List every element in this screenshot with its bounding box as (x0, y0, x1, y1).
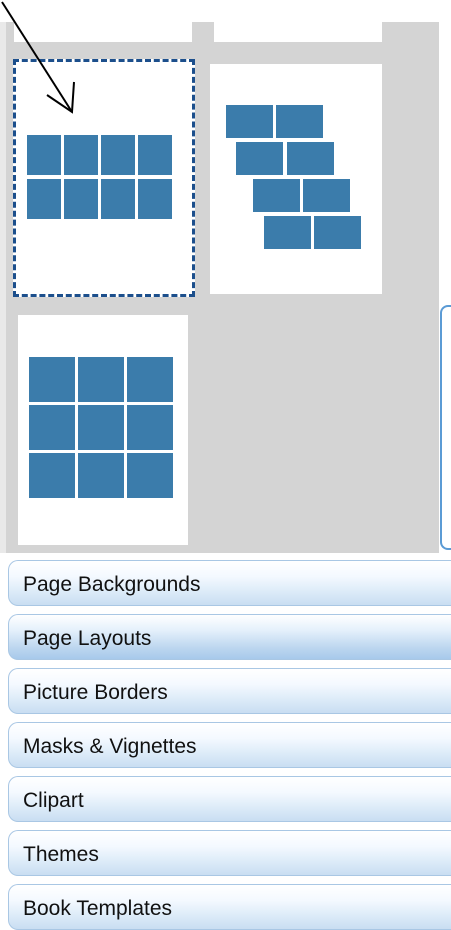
accordion-masks-vignettes[interactable]: Masks & Vignettes (8, 722, 451, 768)
accordion-label: Picture Borders (23, 681, 168, 704)
accordion-label: Page Layouts (23, 627, 152, 650)
brick-tile (287, 142, 334, 175)
accordion-label: Masks & Vignettes (23, 735, 197, 758)
accordion-book-templates[interactable]: Book Templates (8, 884, 451, 930)
accordion-picture-borders[interactable]: Picture Borders (8, 668, 451, 714)
grid-tile (127, 453, 173, 498)
grid-tile (78, 357, 124, 402)
grid-tile (138, 179, 172, 219)
layout-thumbnail-staggered[interactable] (210, 64, 382, 294)
layout-thumbnail-partial-right[interactable] (214, 22, 382, 42)
brick-tile (236, 142, 283, 175)
grid-tile (101, 135, 135, 175)
grid-tile (64, 179, 98, 219)
accordion-label: Page Backgrounds (23, 573, 201, 596)
brick-tile (264, 216, 311, 249)
grid-tile (78, 405, 124, 450)
side-panel-tab[interactable] (440, 305, 451, 550)
grid-tile (27, 135, 61, 175)
grid-tile (101, 179, 135, 219)
grid-tile (127, 405, 173, 450)
accordion-themes[interactable]: Themes (8, 830, 451, 876)
layout-thumbnail-3x3-grid[interactable] (18, 315, 188, 545)
grid-tile (127, 357, 173, 402)
layouts-panel-screen: Page Backgrounds Page Layouts Picture Bo… (0, 0, 451, 930)
grid-tile (27, 179, 61, 219)
accordion-label: Themes (23, 843, 99, 866)
grid-tile (138, 135, 172, 175)
brick-tile (314, 216, 361, 249)
accordion-page-layouts[interactable]: Page Layouts (8, 614, 451, 660)
grid-tile (64, 135, 98, 175)
accordion-label: Clipart (23, 789, 84, 812)
brick-tile (276, 105, 323, 138)
accordion-clipart[interactable]: Clipart (8, 776, 451, 822)
grid-tile (29, 453, 75, 498)
grid-tile (29, 357, 75, 402)
grid-tile (78, 453, 124, 498)
accordion-page-backgrounds[interactable]: Page Backgrounds (8, 560, 451, 606)
arrow-pointer-icon (1, 1, 75, 114)
brick-tile (253, 179, 300, 212)
accordion-label: Book Templates (23, 897, 173, 920)
brick-tile (226, 105, 273, 138)
brick-tile (303, 179, 350, 212)
grid-tile (29, 405, 75, 450)
